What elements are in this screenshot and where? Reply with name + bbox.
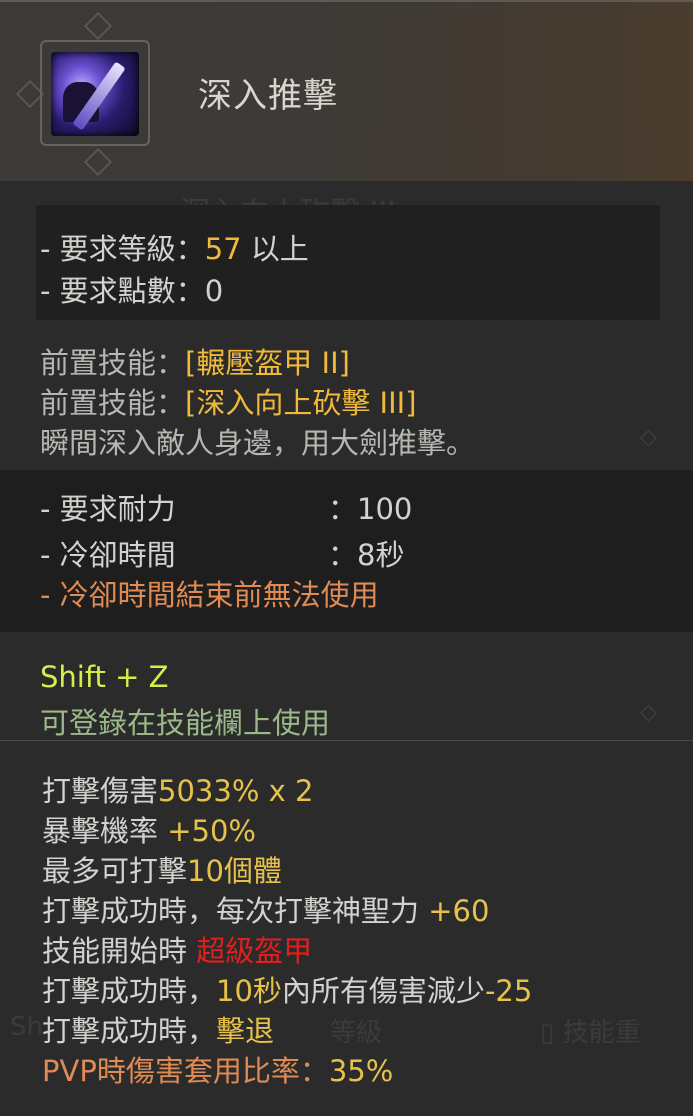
effect-value: 10秒 xyxy=(216,974,282,1008)
cooldown-note: - 冷卻時間結束前無法使用 xyxy=(40,578,379,612)
ghost-bottom-right: ▯ 技能重 xyxy=(540,1012,641,1049)
cooldown-label: - 冷卻時間 xyxy=(40,538,176,572)
prerequisite-1: 前置技能：[輾壓盔甲 II] xyxy=(40,340,350,382)
stamina-label: - 要求耐力 xyxy=(40,492,176,526)
skill-title: 深入推擊 xyxy=(198,76,338,116)
effect-damage-reduction: 打擊成功時，10秒內所有傷害減少-25 xyxy=(42,968,532,1010)
required-level-label: - 要求等級： xyxy=(40,232,205,266)
required-points-value: 0 xyxy=(204,274,224,308)
frame-ornament-bottom xyxy=(83,147,113,177)
effect-value: +60 xyxy=(428,894,490,928)
hotkey-note: 可登錄在技能欄上使用 xyxy=(40,706,331,740)
effect-value: 擊退 xyxy=(216,1014,275,1048)
ghost-bottom-right-label: 技能重 xyxy=(562,1018,641,1048)
required-level: - 要求等級：57 以上 xyxy=(40,226,309,268)
skill-icon-frame xyxy=(15,11,174,177)
effect-value: 超級盔甲 xyxy=(196,934,313,968)
effect-label: 技能開始時 xyxy=(42,934,197,968)
pvp-ratio-value: 35% xyxy=(328,1054,394,1088)
effect-label: 最多可打擊 xyxy=(42,854,188,888)
prerequisite-2-label: 前置技能： xyxy=(40,386,186,420)
pvp-ratio: PVP時傷害套用比率：35% xyxy=(42,1048,393,1090)
required-points: - 要求點數：0 xyxy=(40,268,223,310)
skill-icon xyxy=(51,52,139,136)
prerequisite-2-skill: [深入向上砍擊 III] xyxy=(185,386,417,420)
effect-value: 10個體 xyxy=(187,854,282,888)
required-level-value: 57 xyxy=(204,232,242,266)
ghost-bottom-left: Sh xyxy=(10,1012,43,1042)
skill-description: 瞬間深入敵人身邊，用大劍推擊。 xyxy=(40,426,476,460)
required-points-label: - 要求點數： xyxy=(40,274,205,308)
hotkey: Shift + Z xyxy=(40,660,169,694)
prerequisite-1-label: 前置技能： xyxy=(40,346,186,380)
effect-value: 5033% x 2 xyxy=(158,774,314,808)
divider xyxy=(0,740,693,741)
pvp-ratio-label: PVP時傷害套用比率： xyxy=(42,1054,329,1088)
prerequisite-2: 前置技能：[深入向上砍擊 III] xyxy=(40,380,417,422)
ghost-arrow-icon: ◇ xyxy=(640,425,657,450)
tooltip-header: 深入推擊 xyxy=(0,0,693,181)
effect-label: 暴擊機率 xyxy=(42,814,168,848)
effect-label: 打擊傷害 xyxy=(42,774,159,808)
effect-extra-value: -25 xyxy=(484,974,533,1008)
effect-label: 打擊成功時， xyxy=(42,974,217,1008)
ghost-arrow-icon: ◇ xyxy=(640,700,657,725)
cooldown-value: ：8秒 xyxy=(328,538,405,572)
stamina-value: ：100 xyxy=(328,492,413,526)
effect-label: 打擊成功時，每次打擊神聖力 xyxy=(42,894,429,928)
effect-holy-power: 打擊成功時，每次打擊神聖力 +60 xyxy=(42,888,489,930)
effect-crit: 暴擊機率 +50% xyxy=(42,808,256,850)
prerequisite-1-skill: [輾壓盔甲 II] xyxy=(185,346,350,380)
effect-damage: 打擊傷害5033% x 2 xyxy=(42,768,313,810)
effect-extra: 內所有傷害減少 xyxy=(281,974,485,1008)
mouse-icon: ▯ xyxy=(540,1018,563,1048)
effect-targets: 最多可打擊10個體 xyxy=(42,848,282,890)
effect-label: 打擊成功時， xyxy=(42,1014,217,1048)
effect-knockback: 打擊成功時，擊退 xyxy=(42,1008,274,1050)
skill-tooltip: 深入推擊 深入向上砍擊 III - 要求等級：57 以上 - 要求點數：0 前置… xyxy=(0,0,693,1116)
ghost-bottom-mid: 等級 xyxy=(330,1018,383,1048)
effect-value: +50% xyxy=(167,814,256,848)
frame-ornament-top xyxy=(83,11,113,41)
effect-super-armor: 技能開始時 超級盔甲 xyxy=(42,928,312,970)
required-level-suffix: 以上 xyxy=(241,232,309,266)
